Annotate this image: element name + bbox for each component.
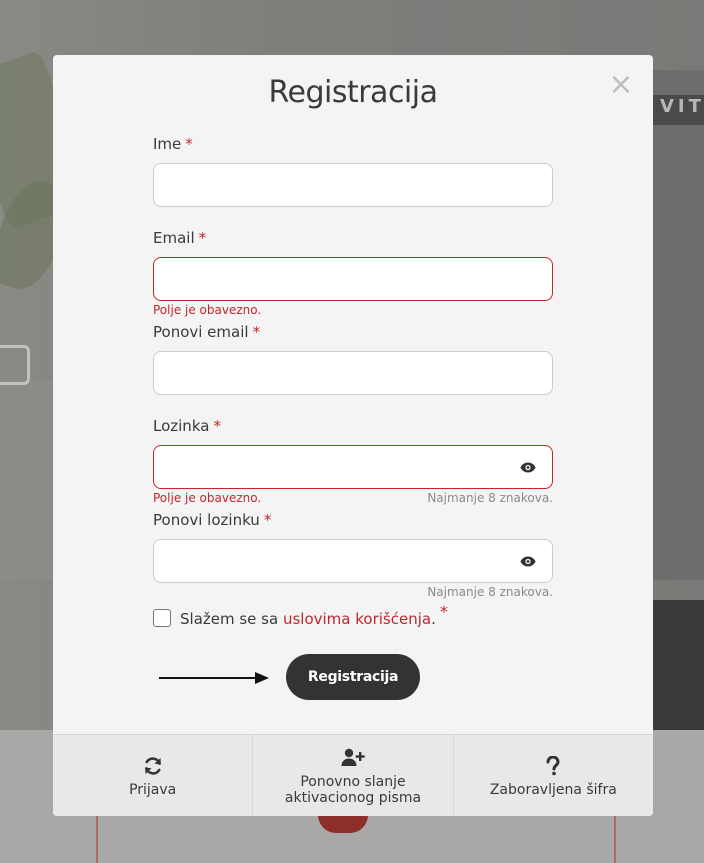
password-input[interactable] [153, 445, 553, 489]
forgot-password-label: Zaboravljena šifra [489, 781, 617, 798]
resend-activation-link[interactable]: Ponovno slanje aktivacionog pisma [253, 735, 454, 816]
repeat-password-hint: Najmanje 8 znakova. [427, 585, 553, 599]
password-field-group: Lozinka * Polje je obavezno. Najmanje 8 z… [153, 417, 553, 505]
terms-row: Slažem se sa uslovima korišćenja. * [153, 601, 448, 629]
repeat-password-field-group: Ponovi lozinku * Najmanje 8 znakova. [153, 511, 553, 599]
login-label: Prijava [129, 781, 177, 798]
name-input[interactable] [153, 163, 553, 207]
bg-machine-base [653, 600, 704, 730]
repeat-email-label: Ponovi email * [153, 323, 261, 341]
name-label: Ime * [153, 135, 193, 153]
bg-brand-text: VIT [660, 96, 704, 117]
repeat-email-input[interactable] [153, 351, 553, 395]
resend-activation-label: Ponovno slanje aktivacionog pisma [284, 773, 422, 806]
forgot-password-link[interactable]: Zaboravljena šifra [454, 735, 653, 816]
email-field-group: Email * Polje je obavezno. [153, 229, 553, 317]
required-marker: * [185, 135, 193, 153]
password-hint: Najmanje 8 znakova. [427, 491, 553, 505]
email-label: Email * [153, 229, 207, 247]
sync-icon [143, 754, 163, 778]
terms-checkbox[interactable] [153, 609, 171, 627]
password-label: Lozinka * [153, 417, 221, 435]
question-icon [546, 754, 560, 778]
eye-icon[interactable] [519, 539, 537, 583]
email-error-message: Polje je obavezno. [153, 303, 262, 317]
pointer-arrow-icon [159, 672, 269, 684]
modal-title: Registracija [268, 75, 439, 110]
repeat-password-input[interactable] [153, 539, 553, 583]
required-marker: * [439, 601, 448, 621]
eye-icon[interactable] [519, 445, 537, 489]
login-link[interactable]: Prijava [53, 735, 254, 816]
required-marker: * [198, 229, 207, 247]
bg-plant-pot [0, 380, 52, 580]
password-error-message: Polje je obavezno. [153, 491, 262, 505]
modal-footer: Prijava Ponovno slanje aktivacionog pisma [53, 734, 653, 816]
repeat-email-field-group: Ponovi email * [153, 323, 553, 395]
bg-machine [653, 70, 704, 580]
registration-modal: × Registracija Ime * Email * Polje je obav… [53, 55, 653, 816]
user-plus-icon [341, 746, 365, 770]
name-field-group: Ime * [153, 135, 553, 207]
email-input[interactable] [153, 257, 553, 301]
bg-expand-icon [0, 345, 30, 385]
required-marker: * [263, 511, 272, 529]
required-marker: * [252, 323, 261, 341]
repeat-password-label: Ponovi lozinku * [153, 511, 272, 529]
terms-text: Slažem se sa uslovima korišćenja. * [180, 601, 448, 628]
register-submit-button[interactable]: Registracija [286, 654, 420, 700]
required-marker: * [213, 417, 221, 435]
terms-link[interactable]: uslovima korišćenja [283, 610, 431, 628]
